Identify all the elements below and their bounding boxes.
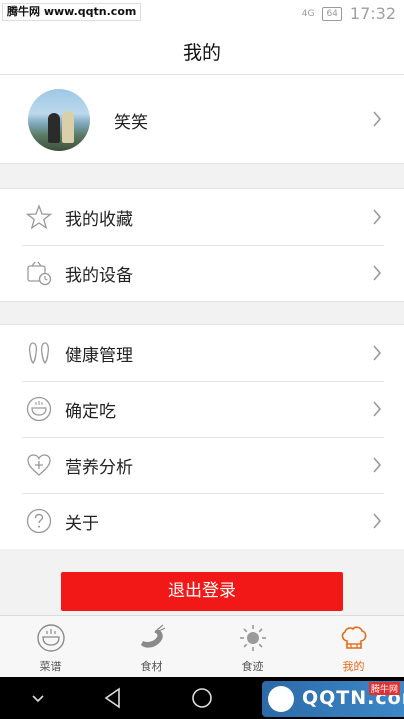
star-icon	[25, 204, 53, 230]
menu-item-label: 关于	[65, 514, 99, 534]
status-icons: 4G 64 17:32	[302, 4, 396, 23]
avatar[interactable]	[28, 89, 90, 151]
chevron-right-icon	[372, 209, 382, 225]
watermark-top: 腾牛网 www.qqtn.com	[2, 3, 142, 21]
chef-hat-icon	[339, 623, 369, 653]
tab-recipes[interactable]: 菜谱	[0, 616, 101, 678]
chevron-right-icon	[372, 513, 382, 529]
back-icon[interactable]	[101, 686, 125, 710]
network-label: 4G	[301, 8, 315, 19]
system-nav-bar: QQTN.com 腾牛网	[0, 677, 404, 719]
page-title: 我的	[182, 42, 221, 64]
chevron-right-icon	[372, 265, 382, 281]
bowl-icon	[26, 396, 52, 422]
chevron-right-icon	[372, 401, 382, 417]
tab-label: 我的	[342, 660, 365, 673]
menu-item-devices[interactable]: 我的设备	[0, 245, 404, 301]
watermark-logo-icon	[268, 686, 294, 712]
home-icon[interactable]	[190, 686, 214, 710]
status-bar: 腾牛网 www.qqtn.com 4G 64 17:32	[0, 0, 404, 26]
chevron-right-icon	[372, 457, 382, 473]
tab-bar: 菜谱 食材 食迹 我的	[0, 615, 404, 678]
menu-item-favorites[interactable]: 我的收藏	[0, 189, 404, 245]
question-icon	[26, 508, 52, 534]
watermark-bottom: QQTN.com 腾牛网	[262, 681, 404, 717]
clock: 17:32	[349, 4, 396, 23]
menu-item-label: 我的收藏	[65, 210, 133, 230]
tab-ingredients[interactable]: 食材	[101, 616, 202, 678]
logout-button[interactable]: 退出登录	[61, 572, 343, 611]
menu-item-label: 我的设备	[65, 266, 133, 286]
sun-icon	[238, 623, 268, 653]
logout-area: 退出登录	[0, 549, 404, 615]
tab-mine[interactable]: 我的	[303, 616, 404, 678]
menu-item-label: 健康管理	[65, 346, 133, 366]
tab-food-trace[interactable]: 食迹	[202, 616, 303, 678]
heart-plus-icon	[26, 452, 52, 478]
bowl-icon	[36, 623, 66, 653]
menu-item-health[interactable]: 健康管理	[0, 325, 404, 381]
menu-item-about[interactable]: 关于	[0, 493, 404, 549]
battery-icon: 64	[322, 6, 342, 21]
chevron-right-icon	[372, 345, 382, 361]
menu-item-label: 营养分析	[65, 458, 133, 478]
device-clock-icon	[26, 260, 52, 286]
profile-name: 笑笑	[114, 113, 148, 133]
shrimp-icon	[137, 623, 167, 653]
profile-row[interactable]: 笑笑	[0, 75, 404, 164]
tab-label: 食迹	[241, 660, 264, 673]
chevron-down-icon[interactable]	[26, 686, 50, 710]
menu-group-2: 健康管理 确定吃 营养分析 关于	[0, 324, 404, 550]
tab-label: 食材	[140, 660, 163, 673]
chevron-right-icon	[372, 111, 382, 127]
watermark-badge: 腾牛网	[368, 682, 400, 695]
title-bar: 我的	[0, 26, 404, 75]
menu-group-1: 我的收藏 我的设备	[0, 188, 404, 302]
menu-item-label: 确定吃	[65, 402, 116, 422]
footprints-icon	[26, 340, 52, 366]
menu-item-nutrition[interactable]: 营养分析	[0, 437, 404, 493]
tab-label: 菜谱	[39, 660, 62, 673]
menu-item-decide-eat[interactable]: 确定吃	[0, 381, 404, 437]
